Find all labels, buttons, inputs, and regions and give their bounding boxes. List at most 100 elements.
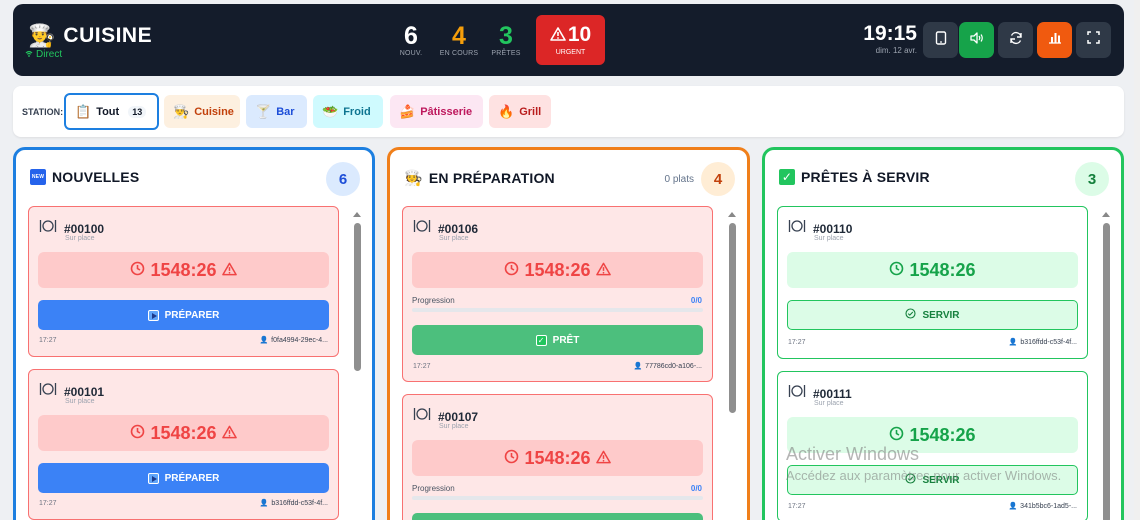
prepare-button[interactable]: PRÉPARER: [38, 300, 329, 330]
stat-ready-value: 3: [499, 22, 513, 50]
order-owner: 👤 77786cd0-a106-...: [633, 362, 702, 371]
serve-button-label: SERVIR: [922, 309, 960, 321]
plate-icon: [413, 406, 431, 427]
warning-icon: [550, 23, 566, 47]
column-prep-count: 4: [701, 162, 735, 196]
column-ready-header: ✓ PRÊTES À SERVIR: [779, 169, 930, 185]
scroll-thumb[interactable]: [728, 223, 736, 413]
wifi-icon: [25, 49, 33, 60]
order-card[interactable]: #00106 Sur place 1548:26 Progression 0/0…: [402, 206, 713, 382]
station-chip-cuisine[interactable]: 👨‍🍳 Cuisine: [164, 95, 240, 128]
station-chip-label: Cuisine: [194, 105, 234, 118]
order-timer-value: 1548:26: [524, 259, 591, 280]
prepare-button[interactable]: PRÉPARER: [38, 463, 329, 493]
order-card[interactable]: #00100 Sur place 1548:26 PRÉPARER 17:27 …: [28, 206, 339, 357]
clock-icon: [889, 425, 904, 446]
order-timer: 1548:26: [787, 252, 1078, 288]
fullscreen-button[interactable]: [1076, 22, 1111, 58]
serve-button[interactable]: SERVIR: [787, 300, 1078, 330]
plate-icon: [788, 218, 806, 239]
column-scrollbar[interactable]: [727, 210, 737, 520]
scroll-up-icon[interactable]: [728, 212, 736, 217]
order-timer-value: 1548:26: [524, 447, 591, 468]
cocktail-icon: 🍸: [255, 103, 272, 119]
header-bar: 👨‍🍳 CUISINE Direct 6 NOUV. 4 EN COURS 3 …: [13, 4, 1124, 76]
warning-icon: [221, 423, 237, 444]
ready-button[interactable]: [412, 513, 703, 520]
order-type: Sur place: [439, 235, 469, 242]
refresh-button[interactable]: [998, 22, 1033, 58]
column-ready-count: 3: [1075, 162, 1109, 196]
clock-date: dim. 12 avr.: [875, 46, 917, 55]
order-owner: 👤 f0fa4994-29ec-4...: [259, 336, 328, 345]
tablet-button[interactable]: [923, 22, 958, 58]
column-new-header: NEW NOUVELLES: [30, 169, 139, 185]
order-number: #00100: [64, 221, 105, 236]
order-timer-value: 1548:26: [150, 422, 217, 443]
stat-in-progress: 4 EN COURS: [438, 22, 480, 57]
column-new-count: 6: [326, 162, 360, 196]
cake-icon: 🍰: [399, 103, 416, 119]
bar-chart-icon: [1048, 31, 1062, 49]
brand: 👨‍🍳 CUISINE: [28, 24, 152, 48]
order-number: #00107: [438, 409, 479, 424]
order-time: 17:27: [788, 339, 806, 346]
stats-button[interactable]: [1037, 22, 1072, 58]
station-chip-label: Tout: [96, 105, 120, 118]
order-time: 17:27: [39, 337, 57, 344]
scroll-up-icon[interactable]: [1102, 212, 1110, 217]
scroll-thumb[interactable]: [353, 223, 361, 371]
column-prep-header: 🧑‍🍳 EN PRÉPARATION: [404, 169, 555, 187]
refresh-icon: [1009, 31, 1023, 50]
station-chip-froid[interactable]: 🥗 Froid: [313, 95, 383, 128]
order-card[interactable]: #00107 Sur place 1548:26 Progression 0/0: [402, 394, 713, 520]
check-circle-icon: [905, 308, 917, 322]
order-card[interactable]: #00101 Sur place 1548:26 PRÉPARER 17:27 …: [28, 369, 339, 520]
stat-in-progress-value: 4: [452, 22, 466, 50]
station-chip-tout[interactable]: 📋 Tout 13: [64, 93, 159, 130]
speaker-icon: [969, 31, 984, 49]
user-icon: 👤: [1008, 503, 1018, 510]
station-chip-patisserie[interactable]: 🍰 Pâtisserie: [390, 95, 483, 128]
page-scrollbar[interactable]: [1134, 0, 1140, 520]
station-chip-bar[interactable]: 🍸 Bar: [246, 95, 307, 128]
sound-button[interactable]: [959, 22, 994, 58]
user-icon: 👤: [259, 337, 269, 344]
plate-icon: [788, 383, 806, 404]
order-card[interactable]: #00110 Sur place 1548:26 SERVIR 17:27 👤 …: [777, 206, 1088, 359]
order-number: #00101: [64, 384, 105, 399]
scroll-thumb[interactable]: [1102, 223, 1110, 520]
chef-icon: 👨‍🍳: [28, 23, 56, 48]
prepare-button-label: PRÉPARER: [164, 472, 220, 484]
urgent-value: 10: [567, 23, 592, 46]
order-owner-id: 341b5bc6-1ad5-...: [1020, 502, 1077, 510]
column-scrollbar[interactable]: [1101, 210, 1111, 520]
column-prep-title: EN PRÉPARATION: [428, 170, 555, 186]
station-filter-bar: STATION: 📋 Tout 13 👨‍🍳 Cuisine 🍸 Bar 🥗 F…: [13, 86, 1124, 137]
scroll-up-icon[interactable]: [353, 212, 361, 217]
order-time: 17:27: [788, 503, 806, 510]
ready-button[interactable]: ✓ PRÊT: [412, 325, 703, 355]
urgent-badge[interactable]: 10 URGENT: [536, 15, 605, 65]
fire-icon: 🔥: [498, 103, 515, 119]
fullscreen-icon: [1087, 31, 1100, 49]
order-number: #00110: [813, 221, 853, 236]
column-scrollbar[interactable]: [352, 210, 362, 520]
progress-value: 0/0: [690, 484, 702, 493]
app-title: CUISINE: [63, 24, 153, 47]
stat-in-progress-label: EN COURS: [439, 50, 479, 57]
progress-bar: [412, 308, 703, 312]
order-type: Sur place: [814, 400, 844, 407]
check-icon: ✓: [535, 334, 547, 346]
station-chip-grill[interactable]: 🔥 Grill: [489, 95, 551, 128]
station-label: STATION:: [22, 107, 64, 117]
clock-icon: [130, 260, 145, 281]
salad-icon: 🥗: [322, 103, 339, 119]
station-chip-count: 13: [128, 105, 147, 118]
progress-value: 0/0: [690, 296, 702, 305]
order-timer: 1548:26: [38, 252, 329, 288]
clock-time: 19:15: [863, 22, 917, 45]
station-chip-label: Pâtisserie: [420, 105, 473, 118]
column-prep: 🧑‍🍳 EN PRÉPARATION 0 plats 4 #00106 Sur …: [387, 147, 750, 520]
warning-icon: [595, 448, 611, 469]
